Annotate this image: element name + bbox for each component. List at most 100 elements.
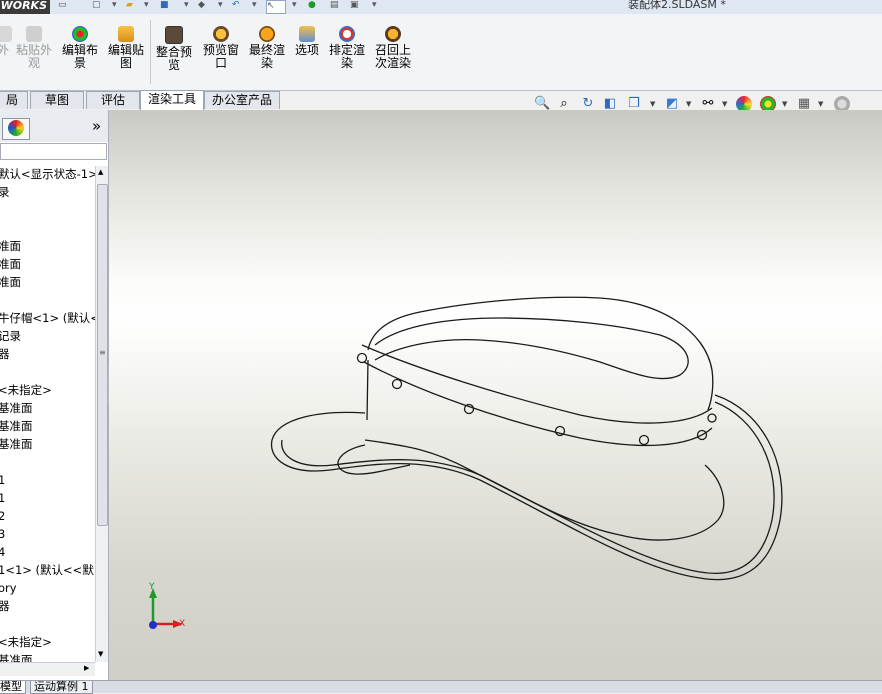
tree-item[interactable]: 录	[0, 183, 10, 201]
tree-item[interactable]: 基准面	[0, 435, 33, 453]
tree-item[interactable]: 2	[0, 507, 5, 525]
chevron-down-icon[interactable]: ▾	[218, 0, 223, 12]
select-pointer-icon[interactable]: ↖	[266, 0, 286, 14]
options-button[interactable]: 选项	[292, 26, 322, 57]
chevron-down-icon[interactable]: ▼	[782, 100, 787, 108]
paste-appearance-button[interactable]: 粘贴外 观	[14, 26, 54, 70]
tab-motion-study[interactable]: 运动算例 1	[30, 681, 93, 694]
chevron-down-icon[interactable]: ▾	[112, 0, 117, 12]
print-icon[interactable]: ◆	[198, 0, 205, 12]
hat-band-rivet	[463, 403, 475, 415]
final-render-icon	[259, 26, 275, 42]
tree-item[interactable]: 3	[0, 525, 5, 543]
scroll-right-icon[interactable]: ▶	[84, 664, 89, 672]
edit-scene-button[interactable]: 编辑布 景	[60, 26, 100, 70]
tree-item[interactable]: 1	[0, 489, 5, 507]
open-folder-icon[interactable]: ▰	[126, 0, 133, 12]
paste-appearance-partial-button[interactable]: 外	[0, 26, 12, 57]
final-render-button[interactable]: 最终渲 染	[246, 26, 288, 70]
chevron-down-icon[interactable]: ▼	[686, 100, 691, 108]
rebuild-icon[interactable]: ●	[308, 0, 316, 12]
graphics-area[interactable]: Y X	[109, 110, 882, 680]
chevron-down-icon[interactable]: ▾	[144, 0, 149, 12]
tree-item[interactable]: 基准面	[0, 399, 33, 417]
tab-model[interactable]: 模型	[0, 681, 26, 694]
button-label-line1: 选项	[294, 43, 319, 57]
tree-item[interactable]: <未指定>	[0, 633, 52, 651]
tree-item[interactable]: 1<1> (默认<<默	[0, 561, 94, 579]
hat-brim-outer	[270, 394, 783, 581]
preview-window-button[interactable]: 预览窗 口	[200, 26, 242, 70]
tab-layout[interactable]: 局	[0, 91, 28, 109]
button-label-line1: 排定渲	[328, 43, 365, 57]
tree-item[interactable]: 器	[0, 345, 10, 363]
decal-icon	[118, 26, 134, 42]
new-document-icon[interactable]: ▭	[58, 0, 67, 12]
button-label-line2: 染	[260, 56, 273, 70]
chevron-down-icon[interactable]: ▾	[292, 0, 297, 12]
hat-model-drawing[interactable]	[109, 110, 882, 680]
solidworks-logo: WORKS	[0, 0, 50, 14]
scrollbar-thumb[interactable]: ≡	[97, 184, 108, 526]
scene-icon	[72, 26, 88, 42]
appearance-wheel-icon	[8, 120, 24, 136]
hat-band-top	[361, 344, 713, 424]
chevron-down-icon[interactable]: ▾	[252, 0, 257, 12]
options-icon[interactable]: ▣	[350, 0, 359, 12]
schedule-render-button[interactable]: 排定渲 染	[326, 26, 368, 70]
tree-item[interactable]: 基准面	[0, 417, 33, 435]
button-label-line1: 召回上	[374, 43, 411, 57]
button-label-line2: 景	[73, 56, 86, 70]
tree-item[interactable]: 准面	[0, 255, 21, 273]
paste-icon	[26, 26, 42, 42]
chevron-down-icon[interactable]: ▾	[184, 0, 189, 12]
tree-item[interactable]: 准面	[0, 237, 21, 255]
chevron-down-icon[interactable]: ▼	[818, 100, 823, 108]
hat-brim-fold	[364, 439, 725, 541]
bottom-tab-strip: 模型 运动算例 1	[0, 680, 882, 694]
button-label-line1: 粘贴外	[15, 43, 52, 57]
tree-item[interactable]: 记录	[0, 327, 21, 345]
filter-input[interactable]	[0, 143, 107, 160]
tree-item[interactable]: ory	[0, 579, 17, 597]
tab-render-tools[interactable]: 渲染工具	[140, 90, 204, 111]
feature-manager-panel: » 默认<显示状态-1> 录 准面 准面 准面 牛仔帽<1> (默认< 记录 器…	[0, 110, 109, 680]
tree-item[interactable]: 准面	[0, 273, 21, 291]
new-icon[interactable]: ▢	[92, 0, 101, 12]
button-label-line2: 览	[167, 58, 180, 72]
save-icon[interactable]: ■	[160, 0, 169, 12]
tab-evaluate[interactable]: 评估	[86, 91, 140, 109]
tab-office-products[interactable]: 办公室产品	[204, 91, 280, 109]
tab-sketch[interactable]: 草图	[30, 91, 84, 109]
triad-x-label: X	[179, 619, 186, 629]
recall-last-render-button[interactable]: 召回上 次渲染	[372, 26, 414, 70]
undo-icon[interactable]: ↶	[232, 0, 240, 12]
chevron-down-icon[interactable]: ▾	[372, 0, 377, 12]
integrated-preview-button[interactable]: 整合预 览	[154, 26, 194, 72]
tree-item[interactable]: 默认<显示状态-1>	[0, 165, 98, 183]
button-label-line1: 编辑贴	[107, 43, 144, 57]
tree-item[interactable]: 器	[0, 597, 10, 615]
display-manager-tab[interactable]	[2, 118, 30, 140]
hat-crown-outline	[367, 296, 714, 411]
tree-item[interactable]: 1	[0, 471, 5, 489]
edit-decal-button[interactable]: 编辑贴 图	[106, 26, 146, 70]
tree-item[interactable]: 牛仔帽<1> (默认<	[0, 309, 100, 327]
hat-crown-dent	[374, 317, 689, 380]
document-title: 装配体2.SLDASM *	[628, 0, 726, 11]
vertical-scrollbar[interactable]: ▲ ≡ ▼	[95, 166, 108, 662]
command-manager-ribbon: 外 粘贴外 观 编辑布 景 编辑贴 图 整合预 览 预览窗 口 最终渲 染 选项…	[0, 14, 882, 91]
tree-item[interactable]: <未指定>	[0, 381, 52, 399]
hat-band-rivet	[554, 425, 566, 437]
hat-band-rivet	[391, 378, 403, 390]
chevron-down-icon[interactable]: ▼	[650, 100, 655, 108]
scroll-up-icon[interactable]: ▲	[98, 168, 103, 176]
chevron-down-icon[interactable]: ▼	[722, 100, 727, 108]
expand-panel-icon[interactable]: »	[92, 119, 101, 134]
scroll-down-icon[interactable]: ▼	[98, 650, 103, 658]
preview-window-icon	[213, 26, 229, 42]
file-properties-icon[interactable]: ▤	[330, 0, 339, 12]
tree-item[interactable]: 4	[0, 543, 5, 561]
schedule-render-icon	[339, 26, 355, 42]
horizontal-scrollbar[interactable]: ▶	[0, 662, 95, 676]
